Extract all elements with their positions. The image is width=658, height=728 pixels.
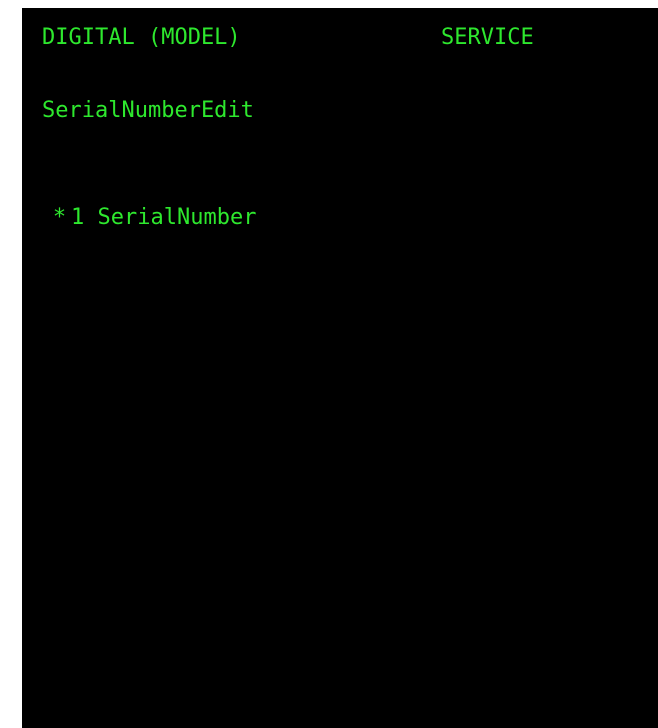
menu-item-serial-number[interactable]: * 1 SerialNumber	[52, 205, 257, 231]
service-mode-label: SERVICE	[441, 25, 534, 50]
menu-item-number: 1	[71, 205, 85, 230]
menu-title: SerialNumberEdit	[42, 98, 254, 123]
selection-asterisk-icon: *	[52, 205, 67, 230]
device-model-label: DIGITAL (MODEL)	[42, 25, 241, 50]
lcd-screen: DIGITAL (MODEL) SERVICE SerialNumberEdit…	[22, 8, 658, 728]
menu-item-label: SerialNumber	[97, 205, 257, 230]
